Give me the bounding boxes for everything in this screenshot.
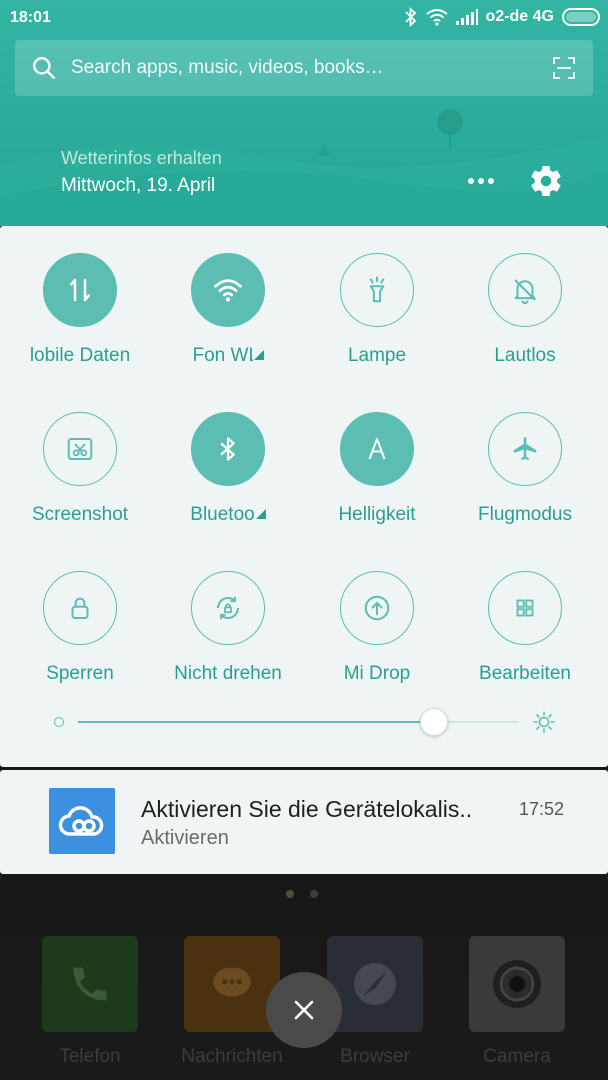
quick-settings-panel: lobile Daten Fon WL Lampe Lautlos Screen… xyxy=(0,226,608,767)
notification-subtitle: Aktivieren xyxy=(141,827,229,849)
notification-time: 17:52 xyxy=(518,799,564,819)
toggle-screenshot[interactable]: Screenshot xyxy=(6,412,154,528)
toggle-label: Nicht drehen xyxy=(174,663,282,684)
silent-icon xyxy=(488,253,562,327)
settings-gear-icon[interactable] xyxy=(528,163,564,199)
brightness-auto-icon xyxy=(340,412,414,486)
toggle-flashlight[interactable]: Lampe xyxy=(303,253,451,369)
dock-label: Camera xyxy=(483,1046,551,1067)
browser-icon xyxy=(327,936,423,1032)
scan-icon[interactable] xyxy=(553,57,575,79)
weather-label[interactable]: Wetterinfos erhalten xyxy=(61,148,222,169)
search-input[interactable] xyxy=(71,57,541,79)
mobile-data-icon xyxy=(43,253,117,327)
dock-app-phone[interactable]: Telefon xyxy=(42,936,138,1068)
toggle-mobile-data[interactable]: lobile Daten xyxy=(6,253,154,369)
search-bar[interactable] xyxy=(15,40,593,96)
phone-icon xyxy=(42,936,138,1032)
status-bar: 18:01 o2-de 4G xyxy=(0,0,608,36)
mi-drop-icon xyxy=(340,571,414,645)
date-label: Mittwoch, 19. April xyxy=(61,175,216,196)
brightness-thumb[interactable] xyxy=(420,708,448,736)
toggle-edit[interactable]: Bearbeiten xyxy=(451,571,599,687)
page-indicator xyxy=(286,890,318,898)
toggle-label: Helligkeit xyxy=(338,504,416,525)
toggle-label: Bluetoo xyxy=(190,504,255,525)
notification-shade-header: 18:01 o2-de 4G Wetterinfos erhalten Mitt… xyxy=(0,0,608,226)
search-icon xyxy=(33,57,56,80)
toggle-brightness[interactable]: Helligkeit xyxy=(303,412,451,528)
carrier-label: o2-de 4G xyxy=(485,8,554,25)
toggle-label: lobile Daten xyxy=(29,345,131,366)
bluetooth-icon xyxy=(191,412,265,486)
toggle-label: Lampe xyxy=(347,345,407,366)
toggle-label: Lautlos xyxy=(494,345,556,366)
toggle-label: Mi Drop xyxy=(343,663,411,684)
airplane-icon xyxy=(488,412,562,486)
more-icon[interactable] xyxy=(466,166,496,196)
toggle-airplane[interactable]: Flugmodus xyxy=(451,412,599,528)
bluetooth-icon xyxy=(404,7,416,27)
toggle-label: Flugmodus xyxy=(478,504,572,525)
dock-label: Telefon xyxy=(59,1046,121,1067)
flashlight-icon xyxy=(340,253,414,327)
lock-icon xyxy=(43,571,117,645)
expand-caret-icon[interactable] xyxy=(253,350,264,360)
cloud-icon xyxy=(49,788,115,854)
toggle-lock[interactable]: Sperren xyxy=(6,571,154,687)
status-time: 18:01 xyxy=(10,9,51,26)
notification-card[interactable]: Aktivieren Sie die Gerätelokalis.. Aktiv… xyxy=(0,770,608,874)
toggle-label: Screenshot xyxy=(31,504,129,525)
close-icon xyxy=(294,1000,314,1020)
close-button[interactable] xyxy=(266,972,342,1048)
battery-icon xyxy=(562,8,600,26)
signal-icon xyxy=(455,9,478,25)
rotation-lock-icon xyxy=(191,571,265,645)
brightness-slider[interactable] xyxy=(0,698,608,748)
brightness-low-icon xyxy=(54,717,64,727)
toggle-bluetooth[interactable]: Bluetoo xyxy=(154,412,302,528)
brightness-track[interactable] xyxy=(78,708,518,736)
notification-title: Aktivieren Sie die Gerätelokalis.. xyxy=(141,796,473,822)
toggle-rotation-lock[interactable]: Nicht drehen xyxy=(154,571,302,687)
toggle-wifi[interactable]: Fon WL xyxy=(154,253,302,369)
toggle-label: Sperren xyxy=(46,663,114,684)
brightness-high-icon xyxy=(533,711,555,733)
toggle-label: Fon WL xyxy=(192,345,253,366)
message-icon xyxy=(184,936,280,1032)
wifi-icon xyxy=(425,9,448,26)
dock-label: Browser xyxy=(340,1046,410,1067)
edit-grid-icon xyxy=(488,571,562,645)
dock-app-messages[interactable]: Nachrichten xyxy=(181,936,283,1068)
camera-icon xyxy=(469,936,565,1032)
screenshot-icon xyxy=(43,412,117,486)
brightness-fill xyxy=(78,721,434,723)
dock-label: Nachrichten xyxy=(181,1046,283,1067)
dock-app-browser[interactable]: Browser xyxy=(327,936,423,1068)
expand-caret-icon[interactable] xyxy=(255,509,266,519)
toggle-silent[interactable]: Lautlos xyxy=(451,253,599,369)
dock-app-camera[interactable]: Camera xyxy=(469,936,565,1068)
toggle-mi-drop[interactable]: Mi Drop xyxy=(303,571,451,687)
toggle-label: Bearbeiten xyxy=(479,663,571,684)
wifi-icon xyxy=(191,253,265,327)
